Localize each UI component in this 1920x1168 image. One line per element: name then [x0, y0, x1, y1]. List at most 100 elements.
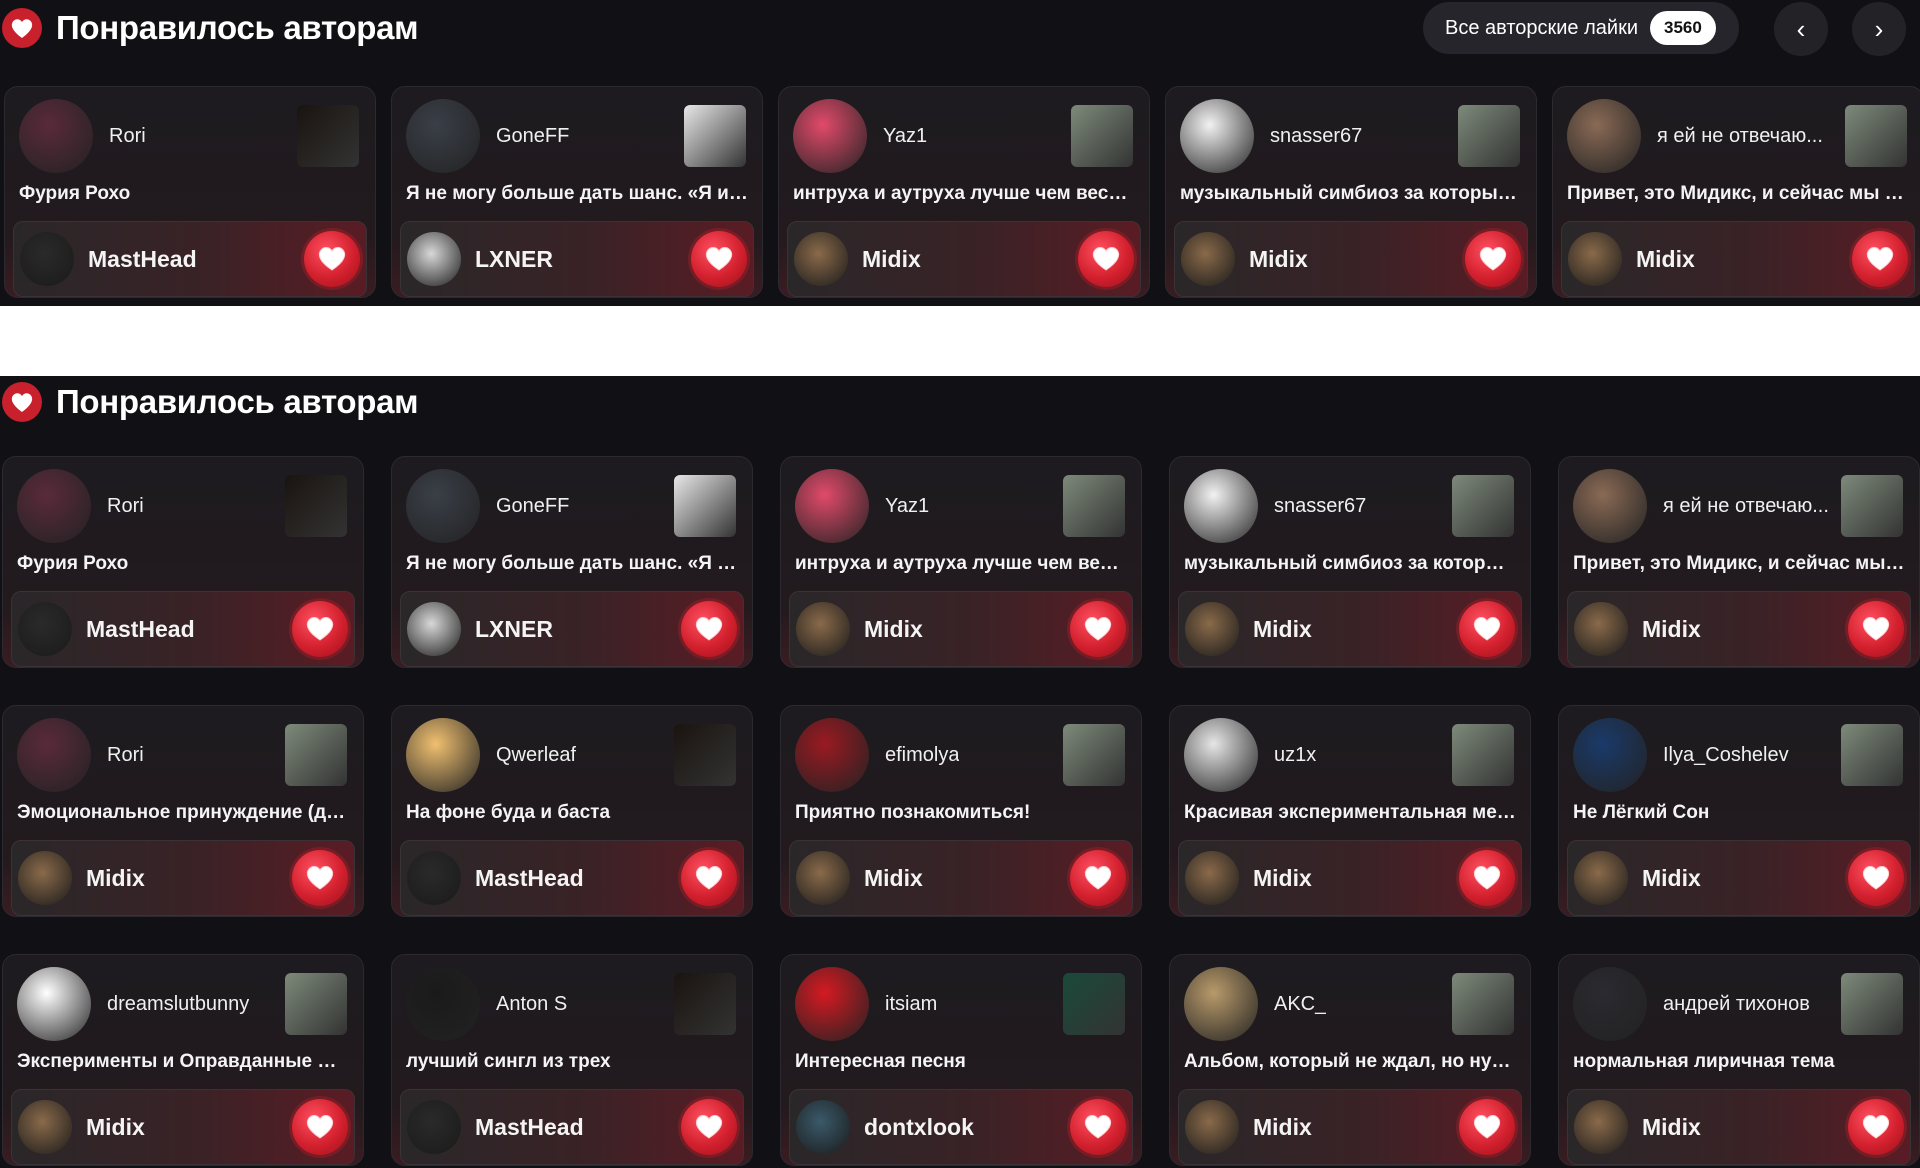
author-name[interactable]: Qwerleaf [496, 744, 576, 767]
liked-track-card[interactable]: uz1x Красивая экспериментальная ме… Midix [1169, 705, 1531, 917]
liker-name[interactable]: Midix [1642, 616, 1701, 643]
author-avatar[interactable] [406, 99, 480, 173]
track-author[interactable]: Rori [19, 99, 146, 173]
liker-avatar[interactable] [796, 851, 850, 905]
liked-track-card[interactable]: GoneFF Я не могу больше дать шанс. «Я из…… [391, 86, 763, 298]
liker-name[interactable]: MastHead [475, 1114, 584, 1141]
track-author[interactable]: Yaz1 [793, 99, 927, 173]
track-cover[interactable] [1841, 724, 1903, 786]
track-cover[interactable] [674, 973, 736, 1035]
heart-like-button[interactable] [681, 850, 737, 906]
heart-like-button[interactable] [292, 850, 348, 906]
liker-bar[interactable]: Midix [1178, 1089, 1522, 1165]
liked-track-card[interactable]: Rori Фурия Рохо MastHead [4, 86, 376, 298]
liker-bar[interactable]: Midix [789, 840, 1133, 916]
heart-like-button[interactable] [1459, 850, 1515, 906]
liked-track-card[interactable]: я ей не отвечаю... Привет, это Мидикс, и … [1552, 86, 1920, 298]
author-avatar[interactable] [795, 967, 869, 1041]
heart-like-button[interactable] [1070, 850, 1126, 906]
heart-like-button[interactable] [681, 1099, 737, 1155]
author-name[interactable]: Rori [107, 495, 144, 518]
author-avatar[interactable] [1573, 469, 1647, 543]
author-avatar[interactable] [1184, 718, 1258, 792]
liked-track-card[interactable]: AKC_ Альбом, который не ждал, но ну… Midix [1169, 954, 1531, 1166]
author-avatar[interactable] [17, 718, 91, 792]
liker-name[interactable]: MastHead [88, 246, 197, 273]
liker-avatar[interactable] [1181, 232, 1235, 286]
track-author[interactable]: Rori [17, 469, 144, 543]
heart-like-button[interactable] [1852, 231, 1908, 287]
track-author[interactable]: Qwerleaf [406, 718, 576, 792]
track-cover[interactable] [1071, 105, 1133, 167]
author-avatar[interactable] [1180, 99, 1254, 173]
author-name[interactable]: dreamslutbunny [107, 993, 249, 1016]
liker-avatar[interactable] [18, 851, 72, 905]
track-cover[interactable] [684, 105, 746, 167]
author-avatar[interactable] [1184, 469, 1258, 543]
liker-bar[interactable]: MastHead [13, 221, 367, 297]
liker-avatar[interactable] [407, 851, 461, 905]
track-cover[interactable] [285, 724, 347, 786]
liker-avatar[interactable] [18, 602, 72, 656]
track-title[interactable]: музыкальный симбиоз за которы… [1184, 553, 1518, 575]
author-name[interactable]: itsiam [885, 993, 937, 1016]
liker-bar[interactable]: Midix [1174, 221, 1528, 297]
author-avatar[interactable] [1184, 967, 1258, 1041]
liker-bar[interactable]: Midix [1567, 1089, 1911, 1165]
liker-bar[interactable]: Midix [1561, 221, 1915, 297]
track-cover[interactable] [285, 475, 347, 537]
track-author[interactable]: Anton S [406, 967, 567, 1041]
track-cover[interactable] [285, 973, 347, 1035]
heart-like-button[interactable] [1070, 1099, 1126, 1155]
liker-bar[interactable]: Midix [789, 591, 1133, 667]
author-name[interactable]: Ilya_Coshelev [1663, 744, 1789, 767]
liker-name[interactable]: Midix [864, 865, 923, 892]
track-title[interactable]: Эмоциональное принуждение (д… [17, 802, 351, 824]
liked-track-card[interactable]: Qwerleaf На фоне буда и баста MastHead [391, 705, 753, 917]
track-author[interactable]: AKC_ [1184, 967, 1326, 1041]
track-author[interactable]: efimolya [795, 718, 959, 792]
track-title[interactable]: На фоне буда и баста [406, 802, 740, 824]
author-avatar[interactable] [406, 967, 480, 1041]
track-author[interactable]: я ей не отвечаю... [1573, 469, 1829, 543]
liked-track-card[interactable]: Rori Фурия Рохо MastHead [2, 456, 364, 668]
heart-like-button[interactable] [1848, 850, 1904, 906]
heart-like-button[interactable] [1465, 231, 1521, 287]
author-name[interactable]: GoneFF [496, 125, 569, 148]
liker-bar[interactable]: dontxlook [789, 1089, 1133, 1165]
heart-like-button[interactable] [691, 231, 747, 287]
author-name[interactable]: я ей не отвечаю... [1663, 495, 1829, 518]
author-name[interactable]: GoneFF [496, 495, 569, 518]
track-author[interactable]: GoneFF [406, 469, 569, 543]
heart-like-button[interactable] [1459, 601, 1515, 657]
track-cover[interactable] [674, 475, 736, 537]
liker-name[interactable]: Midix [1253, 616, 1312, 643]
track-cover[interactable] [1458, 105, 1520, 167]
liked-track-card[interactable]: GoneFF Я не могу больше дать шанс. «Я и… L… [391, 456, 753, 668]
liker-avatar[interactable] [18, 1100, 72, 1154]
author-avatar[interactable] [1573, 967, 1647, 1041]
liker-name[interactable]: Midix [1636, 246, 1695, 273]
track-title[interactable]: нормальная лиричная тема [1573, 1051, 1907, 1073]
author-avatar[interactable] [17, 967, 91, 1041]
author-avatar[interactable] [406, 718, 480, 792]
liker-avatar[interactable] [1574, 602, 1628, 656]
liker-name[interactable]: Midix [1253, 865, 1312, 892]
author-name[interactable]: андрей тихонов [1663, 993, 1810, 1016]
heart-like-button[interactable] [292, 1099, 348, 1155]
track-author[interactable]: snasser67 [1180, 99, 1362, 173]
liked-track-card[interactable]: efimolya Приятно познакомиться! Midix [780, 705, 1142, 917]
track-cover[interactable] [1063, 973, 1125, 1035]
track-cover[interactable] [297, 105, 359, 167]
track-title[interactable]: музыкальный симбиоз за который … [1180, 183, 1524, 205]
track-title[interactable]: интруха и аутруха лучше чем весь … [793, 183, 1137, 205]
liker-avatar[interactable] [1185, 602, 1239, 656]
liker-avatar[interactable] [796, 602, 850, 656]
next-button[interactable]: › [1852, 2, 1906, 56]
liked-track-card[interactable]: Yaz1 интруха и аутруха лучше чем весь … Mi… [778, 86, 1150, 298]
author-avatar[interactable] [793, 99, 867, 173]
liker-bar[interactable]: MastHead [11, 591, 355, 667]
liked-track-card[interactable]: Yaz1 интруха и аутруха лучше чем вес… Midi… [780, 456, 1142, 668]
track-author[interactable]: itsiam [795, 967, 937, 1041]
liker-name[interactable]: MastHead [475, 865, 584, 892]
